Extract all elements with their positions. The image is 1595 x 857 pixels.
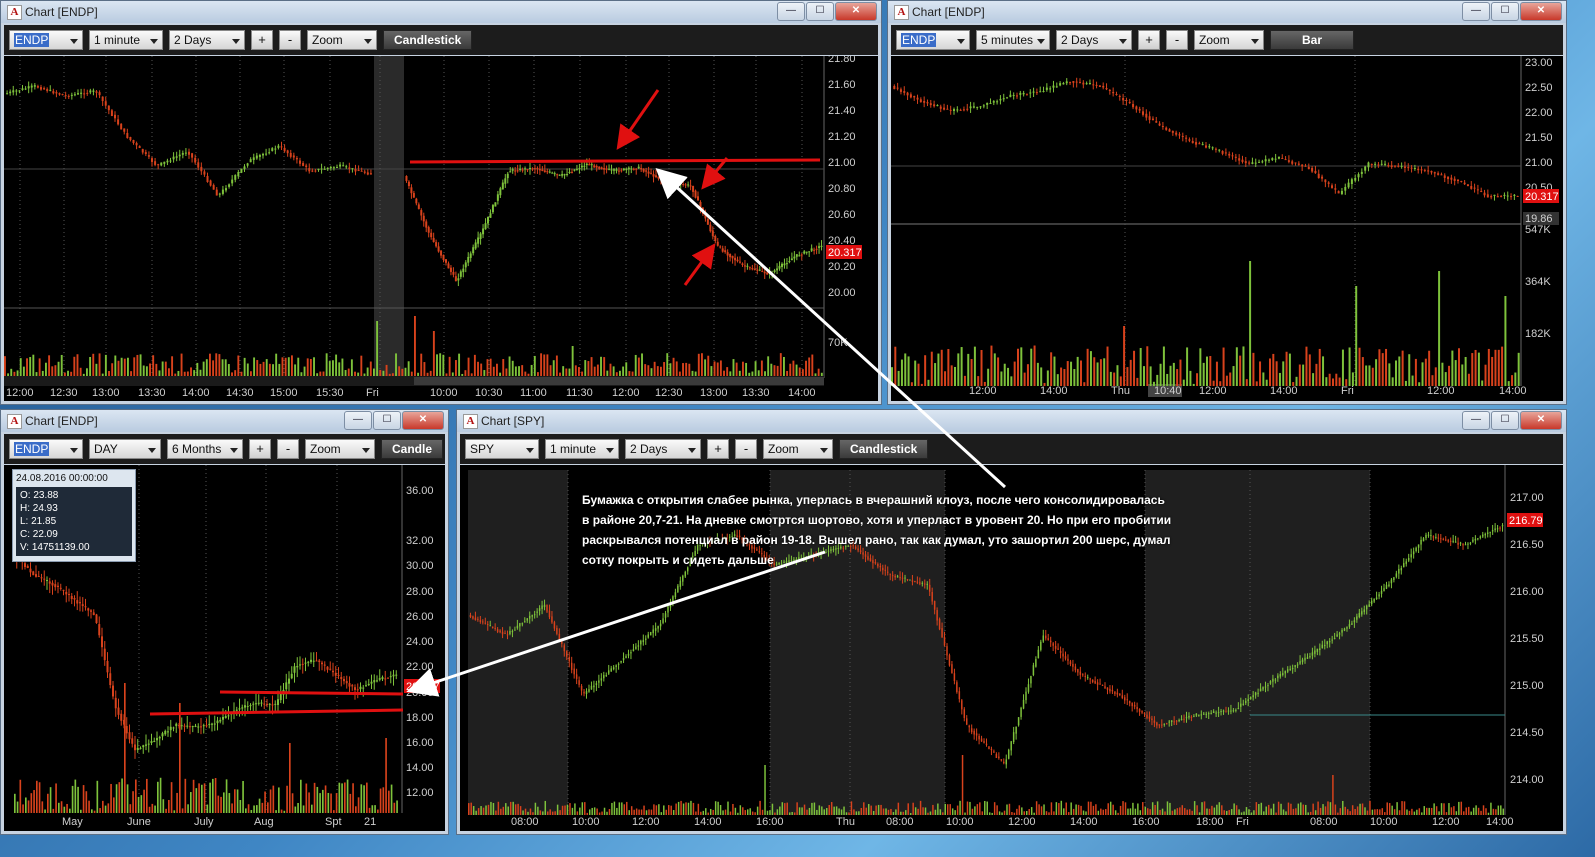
red-arrow	[683, 243, 716, 286]
white-arrow	[655, 167, 1007, 489]
white-arrow	[406, 550, 826, 697]
drawing-overlay	[149, 89, 1007, 716]
support-line-upper	[219, 690, 404, 696]
red-arrow	[616, 89, 660, 150]
support-line-lower	[149, 708, 404, 716]
resistance-line	[409, 158, 821, 164]
red-arrow	[701, 157, 729, 190]
